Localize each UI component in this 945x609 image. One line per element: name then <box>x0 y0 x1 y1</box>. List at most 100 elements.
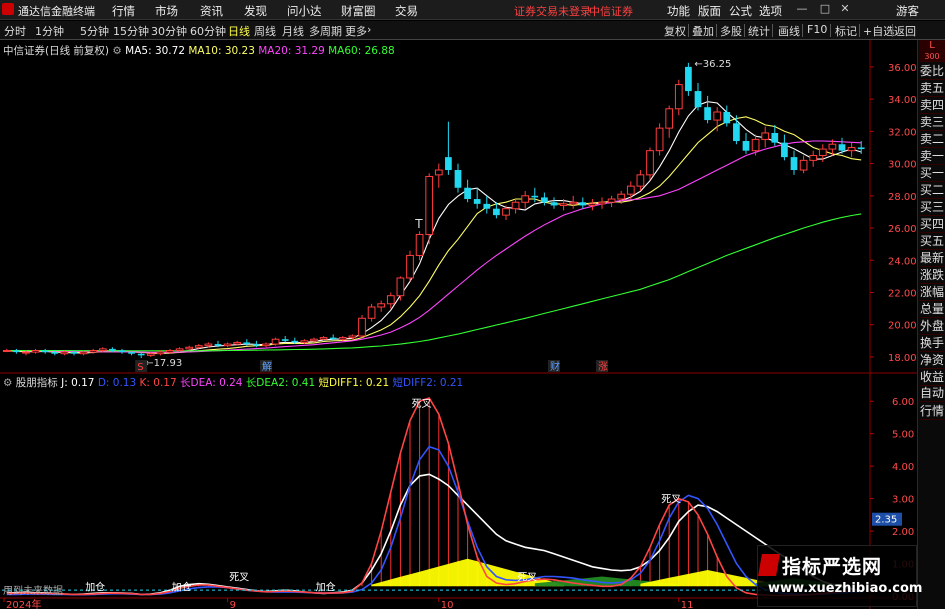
candle-down <box>473 199 481 204</box>
x-tick-label: 2024年 <box>6 598 41 609</box>
indicator-long-dea: 长DEA: 0.24 <box>179 377 243 389</box>
period-button[interactable]: 分时 <box>4 23 26 39</box>
y-tick-label: 22.00 <box>888 288 917 299</box>
f10-button[interactable]: F10 <box>807 23 827 36</box>
login-status[interactable]: 证券交易未登录 <box>514 3 591 19</box>
ma20-label: MA20: 31.29 <box>258 45 325 57</box>
back-button[interactable]: 返回 <box>894 23 916 39</box>
side-quote[interactable]: 行情 <box>919 402 945 420</box>
menu-options[interactable]: 选项 <box>759 3 782 19</box>
period-button[interactable]: 月线 <box>282 23 304 39</box>
sub-annotation: 加仓 <box>85 580 105 593</box>
candle-up <box>559 203 568 206</box>
side-item[interactable]: 卖四 <box>919 97 945 114</box>
divider <box>830 24 831 37</box>
period-button[interactable]: 60分钟 <box>190 23 226 39</box>
period-button[interactable]: 5分钟 <box>80 23 109 39</box>
broker-name[interactable]: 中信证券 <box>589 3 633 19</box>
kline-chart[interactable]: 36.00 34.00 32.00 30.00 28.00 26.00 24.00 22.00… <box>0 40 917 609</box>
candle-down <box>464 187 471 200</box>
side-item[interactable]: 最新 <box>919 250 945 267</box>
candle-up <box>396 277 405 297</box>
ma60-label: MA60: 26.88 <box>328 45 395 57</box>
side-item[interactable]: 买五 <box>919 233 945 250</box>
settings-gear-icon[interactable]: ⚙ <box>112 45 121 57</box>
watermark: 指标严选网 www.xuezhibiao.com <box>757 545 922 607</box>
minimize-icon[interactable]: — <box>795 2 809 15</box>
side-item[interactable]: 涨跌 <box>919 267 945 284</box>
candle-up <box>799 159 808 171</box>
menu-function[interactable]: 功能 <box>667 3 690 19</box>
indicator-short-diff1: 短DIFF1: 0.21 <box>318 377 390 389</box>
period-button[interactable]: 15分钟 <box>113 23 149 39</box>
candle-up <box>348 335 357 339</box>
side-auto[interactable]: 自动 <box>919 384 945 402</box>
menu-market[interactable]: 市场 <box>155 3 178 19</box>
user-guest[interactable]: 游客 <box>896 3 919 19</box>
stats-button[interactable]: 统计 <box>748 23 770 39</box>
event-marker: S <box>137 362 143 373</box>
menu-formula[interactable]: 公式 <box>729 3 752 19</box>
level-badge[interactable]: L 300 <box>919 40 945 62</box>
side-item[interactable]: 卖一 <box>919 148 945 165</box>
overlay-button[interactable]: 叠加 <box>692 23 714 39</box>
t-marker: T <box>414 217 423 231</box>
side-item[interactable]: 买一 <box>919 165 945 182</box>
x-tick-label: 10 <box>441 600 454 609</box>
candle-down <box>579 202 587 206</box>
side-item[interactable]: 买四 <box>919 216 945 233</box>
indicator-title[interactable]: 股朋指标 <box>16 377 58 389</box>
menu-ask[interactable]: 问小达 <box>287 3 322 19</box>
close-icon[interactable]: ✕ <box>838 2 852 15</box>
side-item[interactable]: 委比 <box>919 63 945 80</box>
period-button[interactable]: 周线 <box>254 23 276 39</box>
candle-up <box>415 233 424 256</box>
chevron-right-icon[interactable]: › <box>367 23 371 36</box>
side-item[interactable]: 卖二 <box>919 131 945 148</box>
side-item[interactable]: 卖三 <box>919 114 945 131</box>
side-item[interactable]: 买三 <box>919 199 945 216</box>
candle-up <box>233 341 242 345</box>
candle-up <box>511 201 520 210</box>
candle-down <box>70 352 78 354</box>
period-button-active[interactable]: 日线 <box>228 23 250 39</box>
divider <box>772 24 773 37</box>
candle-up <box>98 348 107 351</box>
side-item[interactable]: 卖五 <box>919 80 945 97</box>
draw-line-button[interactable]: 画线 <box>778 23 800 39</box>
menu-discover[interactable]: 发现 <box>244 3 267 19</box>
side-item[interactable]: 涨幅 <box>919 284 945 301</box>
side-item[interactable]: 买二 <box>919 182 945 199</box>
candle-up <box>809 155 818 161</box>
sub-annotation: 加仓 <box>172 580 192 593</box>
low-price-label: ←17.93 <box>145 358 182 369</box>
settings-gear-icon[interactable]: ⚙ <box>3 377 12 389</box>
indicator-k: K: 0.17 <box>139 377 177 389</box>
period-more-button[interactable]: 更多 <box>345 23 367 39</box>
multi-stock-button[interactable]: 多股 <box>720 23 742 39</box>
maximize-icon[interactable]: □ <box>818 2 832 15</box>
side-item[interactable]: 换手 <box>919 335 945 352</box>
menu-news[interactable]: 资讯 <box>200 3 223 19</box>
main-chart-legend: 中信证券(日线 前复权) ⚙ MA5: 30.72 MA10: 30.23 MA… <box>3 43 395 58</box>
period-button[interactable]: 多周期 <box>309 23 342 39</box>
candle-up <box>2 349 11 352</box>
menu-layout[interactable]: 版面 <box>698 3 721 19</box>
side-item[interactable]: 外盘 <box>919 318 945 335</box>
add-watchlist-button[interactable]: +自选 <box>863 23 894 39</box>
adjust-button[interactable]: 复权 <box>664 23 686 39</box>
menu-quotes[interactable]: 行情 <box>112 3 135 19</box>
menu-trade[interactable]: 交易 <box>395 3 418 19</box>
stock-title[interactable]: 中信证券(日线 前复权) <box>3 45 109 57</box>
candle-up <box>156 351 165 355</box>
candle-up <box>89 349 98 353</box>
candle-up <box>828 143 837 150</box>
mark-button[interactable]: 标记 <box>835 23 857 39</box>
candle-down <box>771 132 779 143</box>
period-button[interactable]: 30分钟 <box>151 23 187 39</box>
side-item[interactable]: 总量 <box>919 301 945 318</box>
menu-wealth[interactable]: 财富圈 <box>341 3 376 19</box>
candle-up <box>636 174 645 187</box>
side-item[interactable]: 净资 <box>919 352 945 369</box>
period-button[interactable]: 1分钟 <box>35 23 64 39</box>
